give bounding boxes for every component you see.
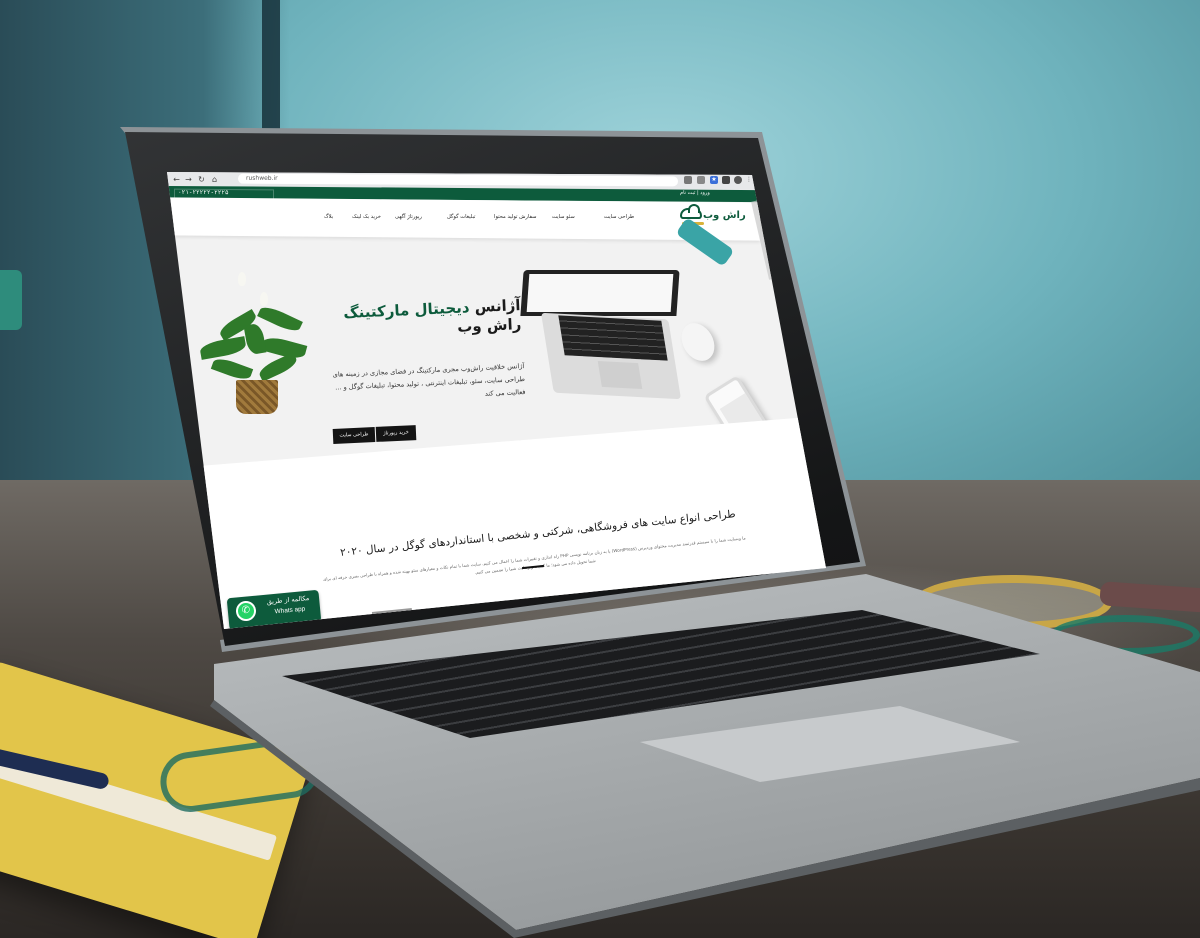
hero-laptop-keys bbox=[558, 315, 668, 361]
extensions-icon[interactable] bbox=[722, 176, 730, 184]
nav-item-content[interactable]: سفارش تولید محتوا bbox=[494, 214, 537, 220]
zoom-icon[interactable] bbox=[697, 176, 705, 184]
login-register-link[interactable]: ورود | ثبت نام bbox=[680, 190, 710, 196]
logo-cloud-top bbox=[688, 204, 700, 213]
hero-laptop-display bbox=[526, 274, 674, 312]
logo-text[interactable]: راش وب bbox=[703, 210, 746, 221]
reload-icon[interactable]: ↻ bbox=[197, 175, 206, 184]
nav-item-reportage[interactable]: رپورتاژ آگهی bbox=[395, 214, 422, 220]
web-design-button[interactable]: طراحی سایت bbox=[332, 427, 376, 444]
cup-edge bbox=[0, 270, 22, 330]
hero-title-plain: آژانس bbox=[469, 296, 521, 317]
plant-pot-image bbox=[236, 380, 278, 414]
nav-item-blog[interactable]: بلاگ bbox=[324, 214, 333, 220]
nav-item-web-design[interactable]: طراحی سایت bbox=[604, 214, 634, 220]
star-icon[interactable]: ★ bbox=[710, 176, 718, 184]
nav-item-seo[interactable]: سئو سایت bbox=[552, 214, 575, 220]
phone-number[interactable]: ۰۲۱-۲۲۲۲۲-۲۲۲۵ bbox=[178, 189, 229, 196]
profile-icon[interactable] bbox=[734, 176, 742, 184]
back-arrow-icon[interactable]: ← bbox=[172, 175, 181, 184]
home-icon[interactable]: ⌂ bbox=[210, 175, 219, 184]
menu-dots-icon[interactable]: ⋮ bbox=[745, 176, 753, 184]
plant-flower bbox=[238, 272, 246, 286]
nav-item-backlink[interactable]: خرید بک لینک bbox=[352, 214, 381, 220]
address-bar[interactable]: rushweb.ir bbox=[238, 173, 678, 186]
plant-flower bbox=[260, 292, 268, 306]
forward-arrow-icon[interactable]: → bbox=[184, 175, 193, 184]
nav-item-google-ads[interactable]: تبلیغات گوگل bbox=[447, 214, 475, 220]
translate-icon[interactable] bbox=[684, 176, 692, 184]
buy-reportage-button[interactable]: خرید رپورتاژ bbox=[375, 425, 417, 442]
url-text: rushweb.ir bbox=[246, 174, 278, 182]
hero-laptop-trackpad bbox=[597, 360, 643, 390]
